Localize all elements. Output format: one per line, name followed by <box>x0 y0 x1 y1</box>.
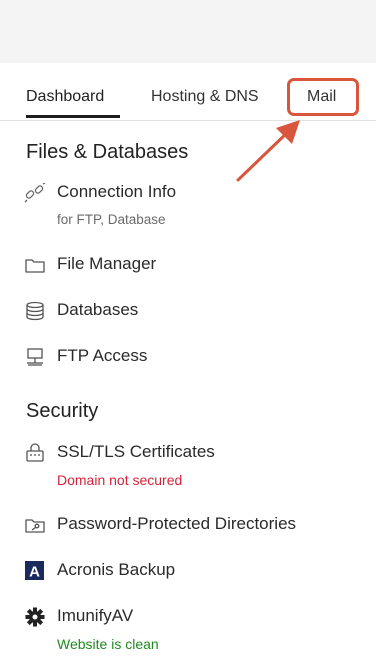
acronis-backup-link[interactable]: A Acronis Backup <box>24 558 364 584</box>
password-protected-directories-label: Password-Protected Directories <box>57 514 297 533</box>
imunifyav-label: ImunifyAV <box>57 606 134 625</box>
connection-info-link[interactable]: Connection Info <box>24 180 364 206</box>
databases-label: Databases <box>57 300 139 319</box>
files-databases-heading: Files & Databases <box>26 141 189 163</box>
ftp-icon <box>24 347 46 367</box>
acronis-logo-icon: A <box>24 561 46 581</box>
tab-dashboard[interactable]: Dashboard <box>26 88 104 106</box>
active-tab-indicator <box>26 115 120 118</box>
connection-info-sublabel: for FTP, Database <box>57 212 166 227</box>
tab-hosting-dns[interactable]: Hosting & DNS <box>151 88 259 106</box>
svg-text:A: A <box>29 564 40 581</box>
database-icon <box>24 301 46 321</box>
databases-link[interactable]: Databases <box>24 298 364 324</box>
file-manager-link[interactable]: File Manager <box>24 252 364 278</box>
ssl-status-text: Domain not secured <box>57 472 183 488</box>
top-bar <box>0 0 376 63</box>
imunify-gear-icon <box>24 607 46 627</box>
ssl-tls-certificates-link[interactable]: SSL/TLS Certificates <box>24 440 364 466</box>
protected-folder-icon <box>24 515 46 535</box>
acronis-backup-label: Acronis Backup <box>57 560 176 579</box>
connection-info-label: Connection Info <box>57 182 177 201</box>
file-manager-label: File Manager <box>57 254 157 273</box>
ssl-tls-certificates-label: SSL/TLS Certificates <box>57 442 215 461</box>
ftp-access-label: FTP Access <box>57 346 148 365</box>
imunifyav-link[interactable]: ImunifyAV <box>24 604 364 630</box>
ftp-access-link[interactable]: FTP Access <box>24 344 364 370</box>
link-icon <box>24 183 46 203</box>
imunifyav-status-text: Website is clean <box>57 636 159 652</box>
password-protected-directories-link[interactable]: Password-Protected Directories <box>24 512 364 538</box>
security-heading: Security <box>26 400 99 422</box>
folder-icon <box>24 255 46 275</box>
annotation-arrow <box>236 120 300 182</box>
lock-certificate-icon <box>24 443 46 463</box>
